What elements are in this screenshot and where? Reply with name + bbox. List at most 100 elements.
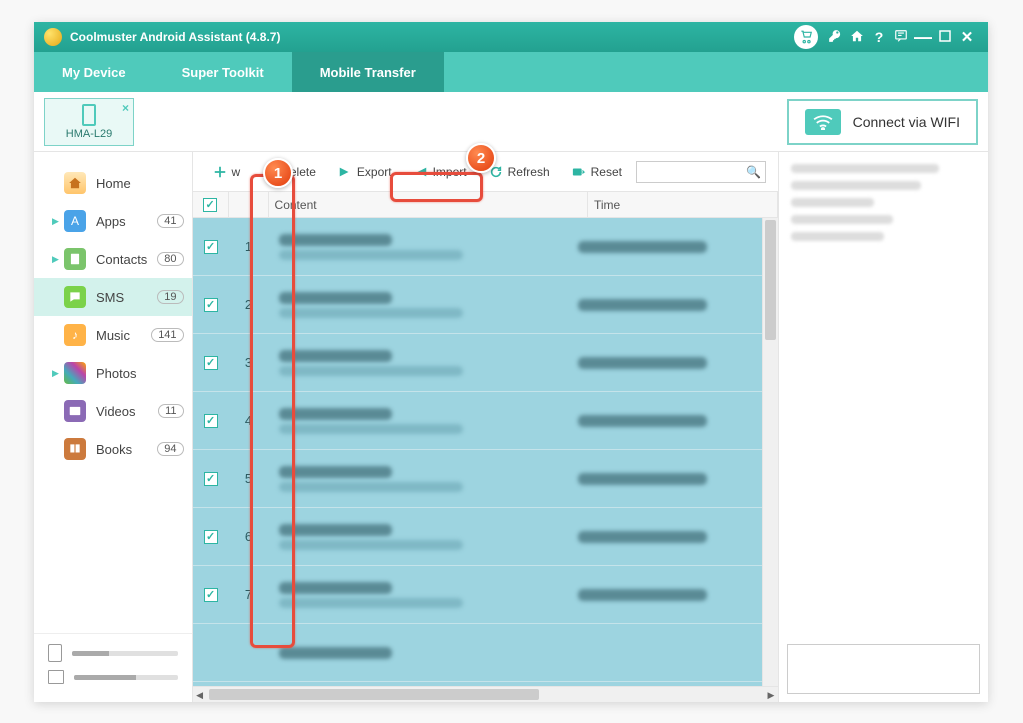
import-icon [414,165,428,179]
table-body: 1 2 3 [193,218,762,686]
content-area: ▶ Home ▶ A Apps 41 ▶ Con [34,152,988,702]
refresh-button[interactable]: Refresh [481,161,558,183]
tab-my-device[interactable]: My Device [34,52,154,92]
search-box[interactable]: 🔍 [636,161,766,183]
key-icon[interactable] [824,29,846,46]
row-content [269,514,572,560]
count-badge: 141 [151,328,183,342]
table-row[interactable]: 2 [193,276,762,334]
cart-button[interactable] [794,25,818,49]
scroll-left-icon[interactable]: ◀ [193,687,207,703]
wifi-icon [805,109,841,135]
tab-super-toolkit[interactable]: Super Toolkit [154,52,292,92]
books-nav-icon [64,438,86,460]
refresh-icon [489,165,503,179]
music-nav-icon: ♪ [64,324,86,346]
sidebar: ▶ Home ▶ A Apps 41 ▶ Con [34,152,193,702]
sidebar-item-books[interactable]: ▶ Books 94 [34,430,192,468]
main-tabs: My Device Super Toolkit Mobile Transfer [34,52,988,92]
row-checkbox[interactable] [204,240,218,254]
row-time [572,469,762,489]
table-row[interactable]: 5 [193,450,762,508]
table-row[interactable] [193,624,762,682]
table-row[interactable]: 1 [193,218,762,276]
col-content[interactable]: Content [269,192,588,217]
row-content [269,282,572,328]
device-close-icon[interactable]: × [122,101,129,115]
scroll-right-icon[interactable]: ▶ [764,687,778,703]
sidebar-item-contacts[interactable]: ▶ Contacts 80 [34,240,192,278]
horizontal-scrollbar[interactable]: ◀ ▶ [193,686,778,702]
tab-mobile-transfer[interactable]: Mobile Transfer [292,52,444,92]
expand-icon[interactable]: ▶ [52,368,60,379]
device-tab[interactable]: × HMA-L29 [44,98,134,146]
sidebar-item-home[interactable]: ▶ Home [34,164,192,202]
table-row[interactable]: 4 [193,392,762,450]
maximize-button[interactable] [934,29,956,45]
search-input[interactable] [641,166,746,178]
row-checkbox[interactable] [204,530,218,544]
row-content [269,456,572,502]
app-logo-icon [44,28,62,46]
row-time [572,353,762,373]
scroll-thumb[interactable] [209,689,539,700]
export-icon [338,165,352,179]
connect-wifi-button[interactable]: Connect via WIFI [787,99,978,145]
internal-storage-bar [72,651,178,656]
col-time[interactable]: Time [588,192,778,217]
reset-icon [572,165,586,179]
sidebar-item-music[interactable]: ▶ ♪ Music 141 [34,316,192,354]
phone-icon [82,104,96,126]
scroll-thumb[interactable] [765,220,776,340]
vertical-scrollbar[interactable] [762,218,778,686]
home-icon[interactable] [846,29,868,46]
sd-storage-bar [74,675,178,680]
minimize-button[interactable]: — [912,27,934,48]
row-time [572,585,762,605]
row-checkbox[interactable] [204,356,218,370]
sidebar-item-sms[interactable]: ▶ SMS 19 [34,278,192,316]
export-button[interactable]: Export [330,161,400,183]
close-button[interactable]: ✕ [956,28,978,46]
sidebar-item-videos[interactable]: ▶ Videos 11 [34,392,192,430]
count-badge: 41 [157,214,183,228]
device-name: HMA-L29 [66,128,112,140]
message-preview [779,152,988,636]
row-checkbox[interactable] [204,588,218,602]
row-checkbox[interactable] [204,472,218,486]
row-checkbox[interactable] [204,414,218,428]
table-row[interactable]: 7 [193,566,762,624]
sidebar-item-photos[interactable]: ▶ Photos [34,354,192,392]
storage-indicator [34,633,192,702]
row-checkbox[interactable] [204,298,218,312]
import-button[interactable]: Import [406,161,475,183]
row-content [269,637,572,669]
sidebar-item-apps[interactable]: ▶ A Apps 41 [34,202,192,240]
app-title: Coolmuster Android Assistant (4.8.7) [70,30,280,44]
table-row[interactable]: 3 [193,334,762,392]
photos-nav-icon [64,362,86,384]
toolbar: w Delete Export Import [193,152,778,192]
table-row[interactable]: 6 [193,508,762,566]
reset-button[interactable]: Reset [564,161,630,183]
nav-list: ▶ Home ▶ A Apps 41 ▶ Con [34,152,192,633]
videos-nav-icon [64,400,86,422]
search-icon[interactable]: 🔍 [746,165,761,179]
device-strip: × HMA-L29 Connect via WIFI [34,92,988,152]
expand-icon[interactable]: ▶ [52,254,60,265]
home-nav-icon [64,172,86,194]
delete-button[interactable]: Delete [254,161,324,183]
feedback-icon[interactable] [890,29,912,46]
row-content [269,572,572,618]
help-icon[interactable]: ? [868,29,890,45]
reply-input[interactable] [787,644,980,694]
new-button[interactable]: w [205,161,249,183]
cart-icon [799,30,813,44]
expand-icon[interactable]: ▶ [52,216,60,227]
apps-nav-icon: A [64,210,86,232]
table-header: Content Time [193,192,778,218]
titlebar: Coolmuster Android Assistant (4.8.7) ? —… [34,22,988,52]
row-content [269,224,572,270]
select-all-checkbox[interactable] [203,198,217,212]
row-time [572,527,762,547]
